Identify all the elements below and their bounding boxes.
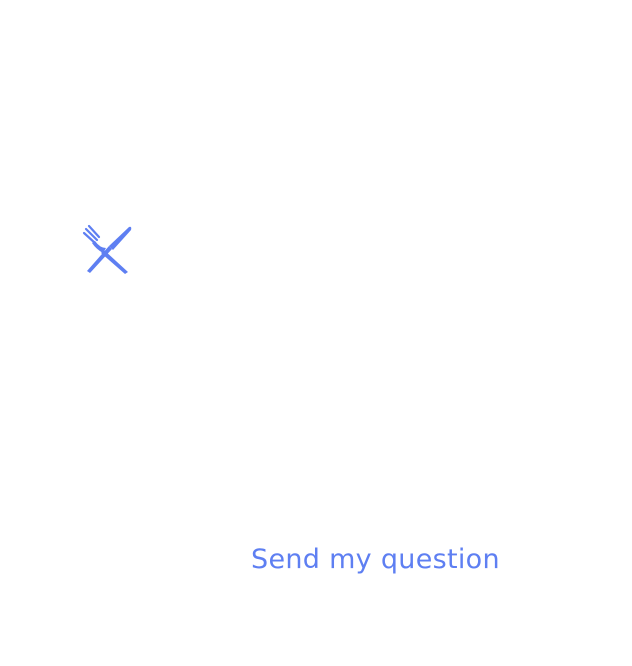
knife-shape [87,226,132,273]
send-question-button[interactable]: Send my question [251,540,500,580]
fork-and-knife-icon [82,224,132,274]
page: Send my question [0,0,632,666]
